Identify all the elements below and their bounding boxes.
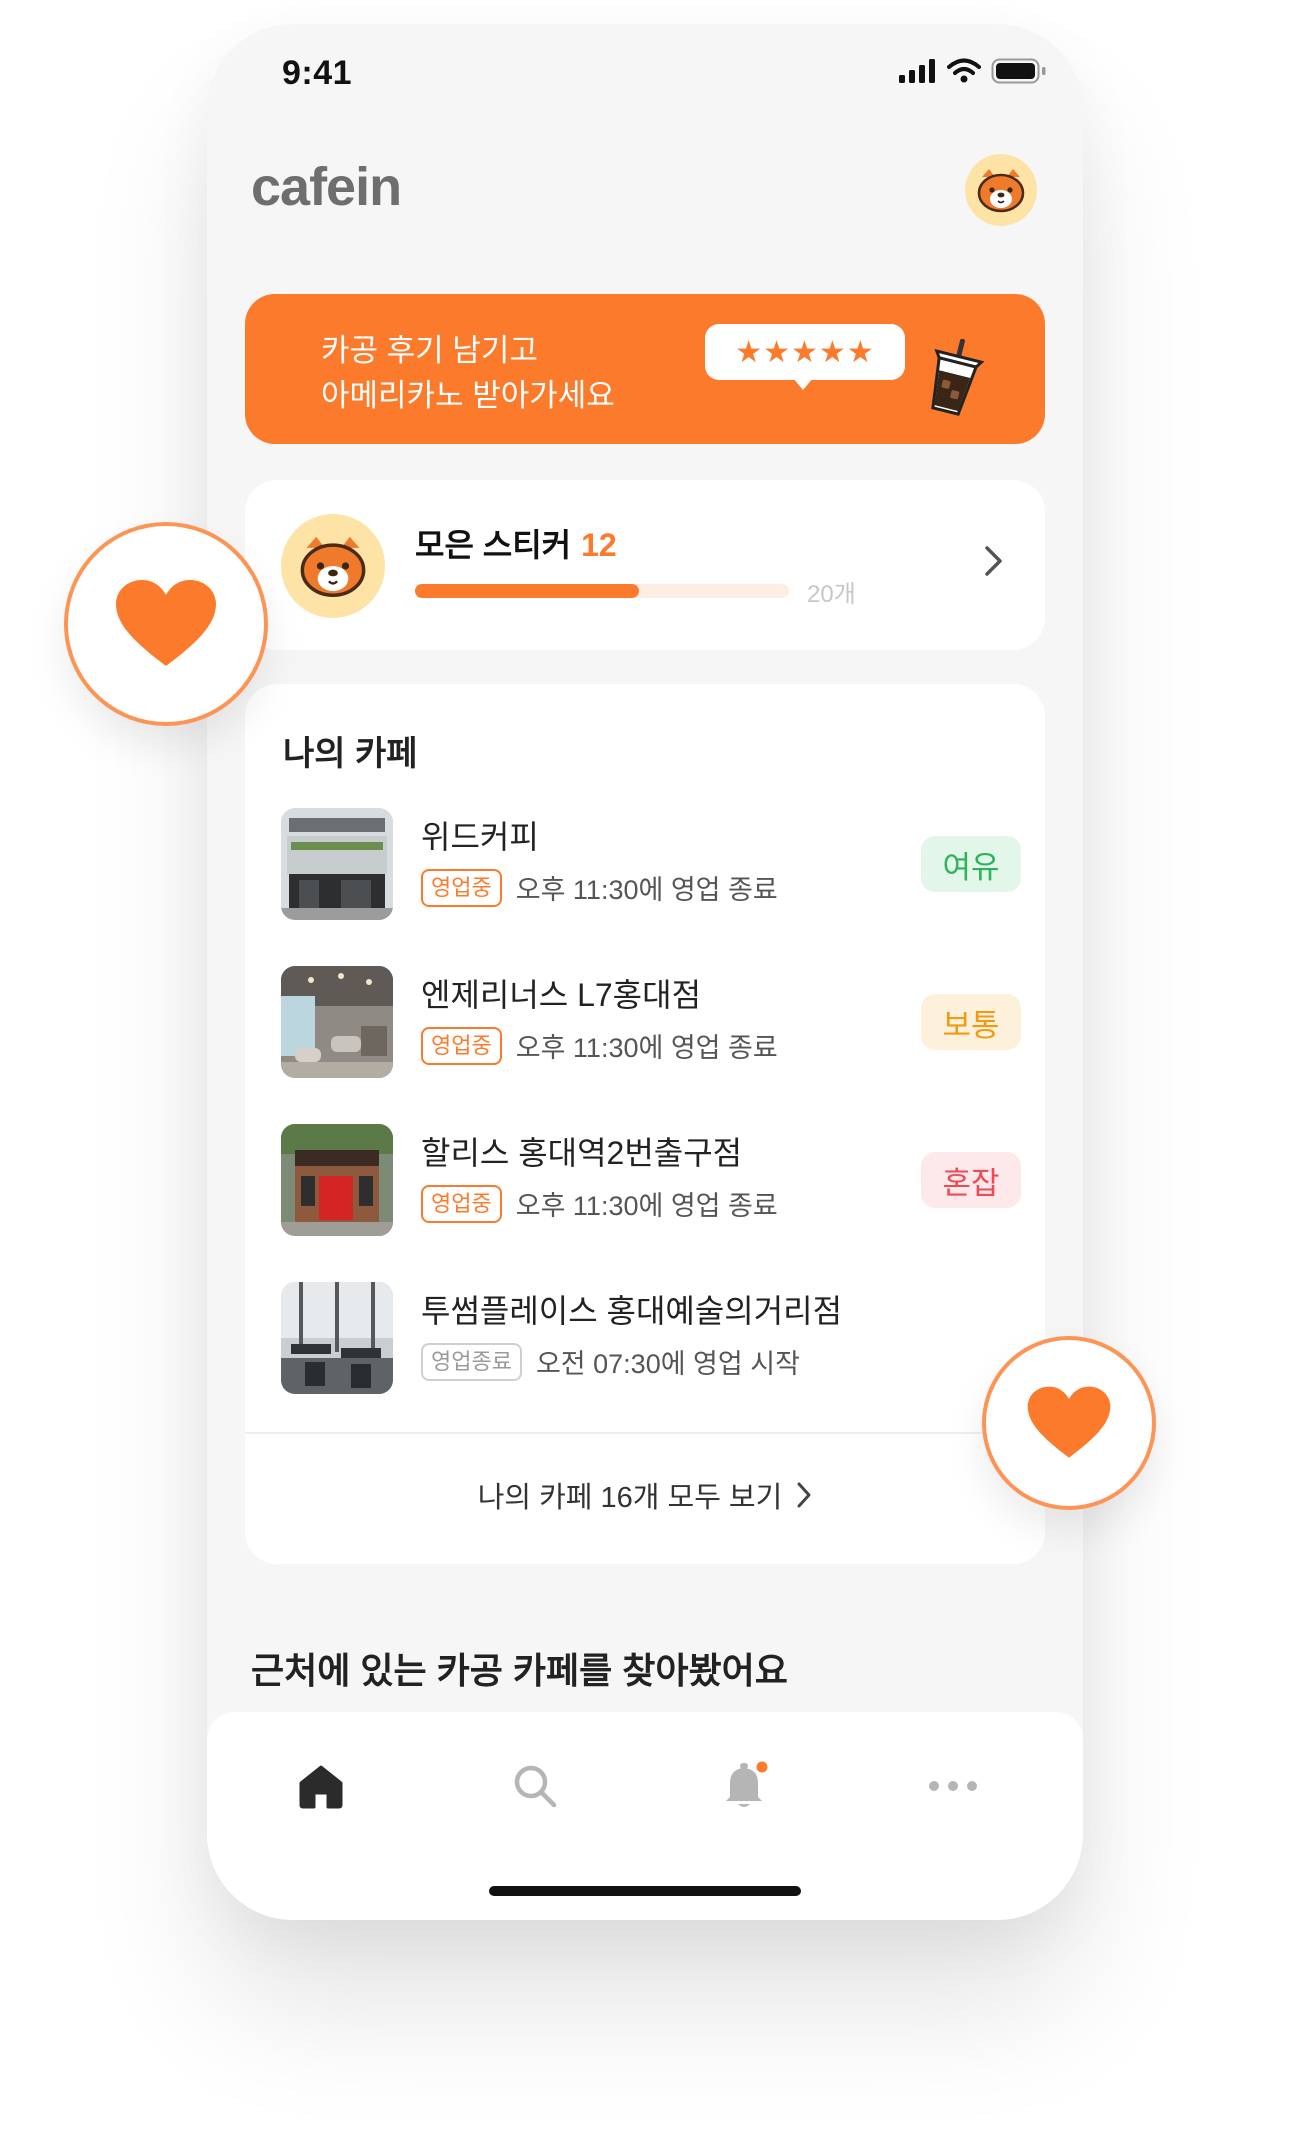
tab-bar — [207, 1712, 1083, 1920]
sticker-progress-bar — [415, 584, 789, 598]
divider — [245, 1432, 1045, 1434]
chevron-right-icon — [797, 1482, 811, 1508]
floating-heart-badge — [982, 1336, 1156, 1510]
cafe-hours: 오후 11:30에 영업 종료 — [515, 875, 778, 905]
cafe-item[interactable]: 위드커피 영업중 오후 11:30에 영업 종료 여유 — [281, 808, 1021, 920]
chevron-right-icon[interactable] — [983, 544, 1005, 578]
cafe-status-row: 영업중 오후 11:30에 영업 종료 — [421, 1184, 778, 1223]
cafe-thumbnail — [281, 808, 393, 920]
heart-icon — [1027, 1386, 1111, 1458]
cafe-item[interactable]: 투썸플레이스 홍대예술의거리점 영업종료 오전 07:30에 영업 시작 — [281, 1282, 1021, 1394]
sticker-progress-fill — [415, 584, 640, 598]
cafe-name: 투썸플레이스 홍대예술의거리점 — [421, 1293, 843, 1329]
app-logo: cafein — [251, 157, 402, 217]
profile-avatar[interactable] — [965, 154, 1037, 226]
tab-notifications[interactable] — [715, 1756, 775, 1816]
cafe-status-row: 영업중 오후 11:30에 영업 종료 — [421, 868, 778, 907]
tab-more[interactable] — [923, 1756, 983, 1816]
open-badge: 영업중 — [421, 1026, 502, 1065]
cafe-hours: 오후 11:30에 영업 종료 — [515, 1191, 778, 1221]
sticker-label: 모은 스티커 12 — [415, 520, 617, 566]
banner-line-1: 카공 후기 남기고 — [321, 333, 538, 368]
sticker-count: 12 — [581, 527, 617, 563]
cafe-hours: 오전 07:30에 영업 시작 — [535, 1349, 800, 1379]
cafe-status-row: 영업중 오후 11:30에 영업 종료 — [421, 1026, 778, 1065]
cafe-status-row: 영업종료 오전 07:30에 영업 시작 — [421, 1342, 800, 1381]
signal-icon — [899, 59, 935, 83]
home-indicator — [489, 1886, 801, 1896]
bear-icon — [300, 536, 366, 597]
promo-banner[interactable]: 카공 후기 남기고 아메리카노 받아가세요 ★★★★★ — [245, 294, 1045, 444]
view-all-cafes-button[interactable]: 나의 카페 16개 모두 보기 — [245, 1474, 1045, 1516]
cafe-name: 위드커피 — [421, 819, 539, 855]
open-badge: 영업중 — [421, 1184, 502, 1223]
rating-bubble: ★★★★★ — [705, 324, 905, 380]
tab-search[interactable] — [505, 1756, 565, 1816]
bear-icon — [977, 169, 1025, 213]
sticker-max: 20개 — [807, 581, 856, 608]
cafe-name: 엔제리너스 L7홍대점 — [421, 977, 702, 1013]
crowd-badge-low: 여유 — [921, 836, 1021, 892]
rating-bubble-tail — [793, 378, 813, 390]
bell-icon — [726, 1761, 768, 1807]
open-badge: 영업중 — [421, 868, 502, 907]
sticker-card[interactable]: 모은 스티커 12 20개 — [245, 480, 1045, 650]
closed-badge: 영업종료 — [421, 1342, 522, 1381]
cafe-name: 할리스 홍대역2번출구점 — [421, 1135, 743, 1171]
floating-heart-badge — [64, 522, 268, 726]
cafe-item[interactable]: 할리스 홍대역2번출구점 영업중 오후 11:30에 영업 종료 혼잡 — [281, 1124, 1021, 1236]
sticker-label-text: 모은 스티커 — [415, 527, 572, 563]
my-cafes-card: 나의 카페 위드커피 영업중 오후 11:30에 영업 종료 여유 엔제리너스 … — [245, 684, 1045, 1564]
tab-home[interactable] — [291, 1756, 351, 1816]
battery-icon — [991, 58, 1046, 84]
cafe-thumbnail — [281, 1282, 393, 1394]
sticker-avatar — [281, 514, 385, 618]
crowd-badge-mid: 보통 — [921, 994, 1021, 1050]
my-cafes-title: 나의 카페 — [283, 735, 418, 773]
view-all-label: 나의 카페 16개 모두 보기 — [477, 1482, 783, 1514]
search-icon — [514, 1765, 557, 1808]
heart-icon — [116, 580, 216, 666]
cafe-item[interactable]: 엔제리너스 L7홍대점 영업중 오후 11:30에 영업 종료 보통 — [281, 966, 1021, 1078]
banner-text: 카공 후기 남기고 아메리카노 받아가세요 — [321, 328, 615, 418]
cafe-thumbnail — [281, 1124, 393, 1236]
crowd-badge-high: 혼잡 — [921, 1152, 1021, 1208]
wifi-icon — [947, 58, 981, 83]
cafe-thumbnail — [281, 966, 393, 1078]
more-icon — [929, 1781, 977, 1791]
cafe-hours: 오후 11:30에 영업 종료 — [515, 1033, 778, 1063]
status-icons — [899, 58, 1047, 84]
iced-coffee-icon — [931, 338, 985, 416]
banner-line-2: 아메리카노 받아가세요 — [321, 378, 615, 413]
phone-frame: 9:41 cafein 카공 후기 남기고 아메리카노 받아가세요 ★★★★★ … — [207, 24, 1083, 1920]
home-icon — [299, 1765, 343, 1809]
status-time: 9:41 — [282, 54, 353, 92]
nearby-title: 근처에 있는 카공 카페를 찾아봤어요 — [251, 1650, 788, 1691]
